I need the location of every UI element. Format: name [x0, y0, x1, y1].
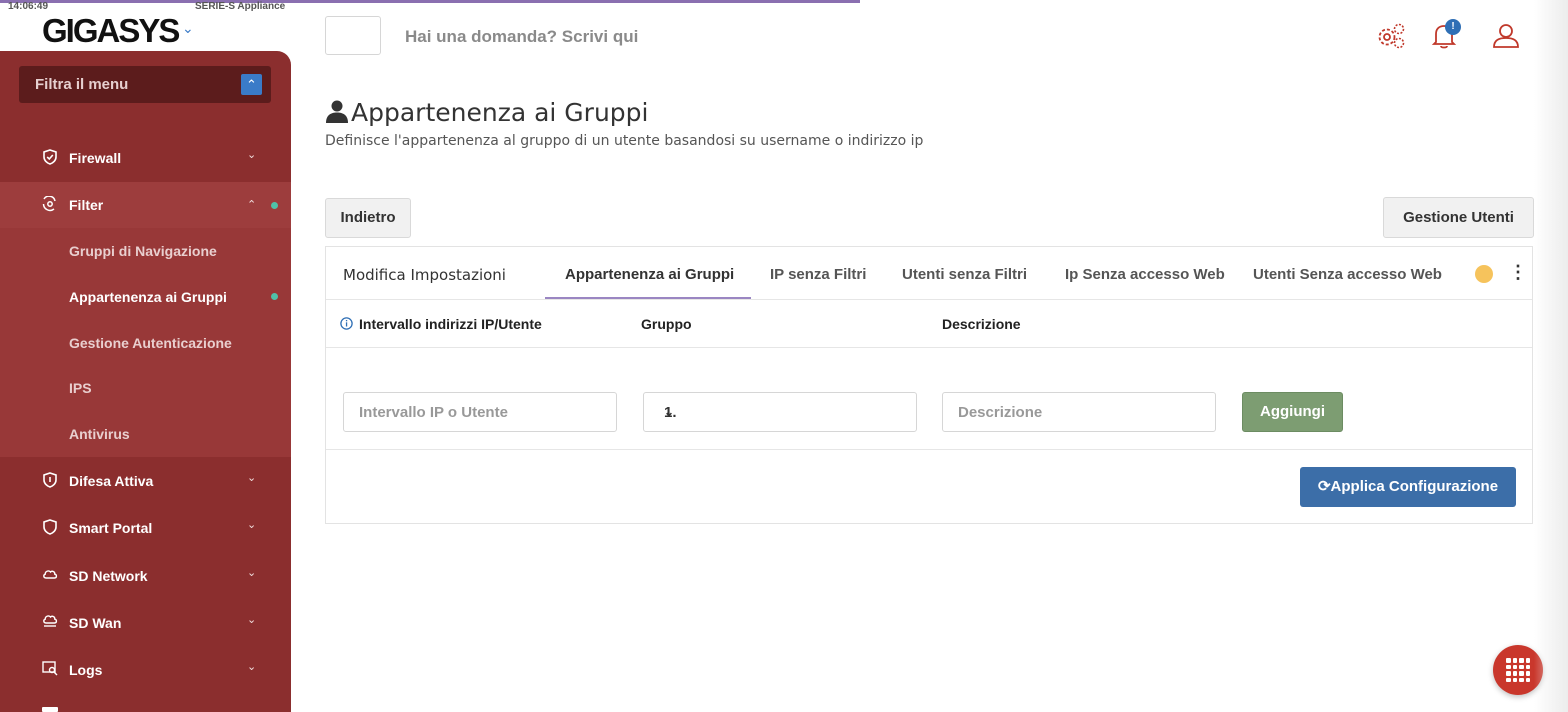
- status-dot: [1475, 265, 1493, 283]
- next-item-icon: [42, 707, 58, 712]
- sidebar-item-filter[interactable]: Filter ⌃: [0, 182, 291, 228]
- tab-utenti-senza-accesso-web[interactable]: Utenti Senza accesso Web: [1253, 266, 1442, 283]
- sidebar-item-sd-wan[interactable]: SD Wan ⌄: [0, 600, 291, 646]
- menu-filter-input[interactable]: Filtra il menu ⌃: [19, 66, 271, 103]
- sidebar-item-firewall[interactable]: Firewall ⌄: [0, 135, 291, 181]
- page-title-text: Appartenenza ai Gruppi: [351, 98, 649, 127]
- back-button[interactable]: Indietro: [325, 198, 411, 238]
- filter-submenu: Gruppi di Navigazione Appartenenza ai Gr…: [0, 228, 291, 457]
- grid-icon: [1506, 658, 1530, 682]
- sidebar-subitem-ips[interactable]: IPS: [69, 380, 92, 396]
- menu-filter-placeholder: Filtra il menu: [35, 76, 129, 93]
- column-header-description: Descrizione: [942, 316, 1021, 332]
- tab-ip-senza-accesso-web[interactable]: Ip Senza accesso Web: [1065, 266, 1225, 283]
- sidebar-subitem-antivirus[interactable]: Antivirus: [69, 426, 130, 442]
- info-icon[interactable]: [340, 317, 353, 330]
- chevron-down-icon: ⌄: [664, 405, 675, 419]
- main-panel: Modifica Impostazioni Appartenenza ai Gr…: [325, 246, 1533, 524]
- sidebar-item-label: Difesa Attiva: [69, 473, 154, 489]
- chevron-down-icon: ⌄: [247, 472, 257, 484]
- chevron-down-icon: ⌄: [247, 149, 257, 161]
- refresh-icon: ⟳: [1317, 478, 1331, 495]
- more-options-icon[interactable]: ⋮: [1509, 262, 1527, 283]
- question-search-input[interactable]: Hai una domanda? Scrivi qui: [405, 27, 638, 47]
- sidebar-subitem-gruppi-navigazione[interactable]: Gruppi di Navigazione: [69, 243, 217, 259]
- chevron-down-icon: ⌄: [247, 614, 257, 626]
- column-header-ip: Intervallo indirizzi IP/Utente: [359, 316, 542, 332]
- description-placeholder: Descrizione: [958, 404, 1043, 421]
- manage-users-button[interactable]: Gestione Utenti: [1383, 197, 1534, 238]
- sidebar-item-label: Filter: [69, 197, 104, 213]
- ip-user-input[interactable]: Intervallo IP o Utente: [343, 392, 617, 432]
- chart-search-icon: [42, 661, 58, 677]
- chevron-down-icon[interactable]: ⌄: [182, 20, 194, 37]
- clock: 14:06:49: [8, 1, 49, 12]
- user-icon: [325, 99, 349, 129]
- sidebar-item-label: SD Wan: [69, 615, 122, 631]
- sidebar-subitem-gestione-autenticazione[interactable]: Gestione Autenticazione: [69, 335, 232, 351]
- tab-ip-senza-filtri[interactable]: IP senza Filtri: [770, 266, 866, 283]
- add-button[interactable]: Aggiungi: [1242, 392, 1343, 432]
- notification-badge: !: [1445, 19, 1461, 35]
- header-menu-button[interactable]: [325, 16, 381, 55]
- tab-appartenenza-gruppi[interactable]: Appartenenza ai Gruppi: [565, 266, 734, 283]
- chevron-down-icon: ⌄: [247, 567, 257, 579]
- sidebar-item-smart-portal[interactable]: Smart Portal ⌄: [0, 505, 291, 551]
- chevron-up-icon: ⌃: [247, 199, 257, 211]
- cloud-network-icon: [42, 614, 58, 630]
- right-edge-shadow: [1534, 0, 1568, 712]
- sidebar-item-label: SD Network: [69, 568, 148, 584]
- sidebar-item-label: Logs: [69, 662, 103, 678]
- filter-icon: [42, 195, 58, 212]
- user-profile-icon[interactable]: [1491, 21, 1523, 51]
- collapse-menu-icon[interactable]: ⌃: [241, 74, 262, 95]
- tab-utenti-senza-filtri[interactable]: Utenti senza Filtri: [902, 266, 1027, 283]
- page-subtitle: Definisce l'appartenenza al gruppo di un…: [325, 133, 924, 149]
- sidebar-item-logs[interactable]: Logs ⌄: [0, 647, 291, 693]
- active-tab-indicator: [545, 297, 751, 299]
- top-progress-bar: [0, 0, 860, 3]
- description-input[interactable]: Descrizione: [942, 392, 1216, 432]
- series-label: SERIE-S Appliance: [195, 1, 286, 12]
- active-indicator-dot: [271, 293, 278, 300]
- sidebar-item-difesa-attiva[interactable]: Difesa Attiva ⌄: [0, 458, 291, 504]
- shield-check-icon: [42, 149, 58, 165]
- page-title: Appartenenza ai Gruppi: [325, 98, 648, 129]
- row-divider: [326, 449, 1532, 450]
- settings-gears-icon[interactable]: [1375, 21, 1407, 51]
- sidebar-subitem-appartenenza[interactable]: Appartenenza ai Gruppi: [69, 289, 227, 305]
- column-header-group: Gruppo: [641, 316, 692, 332]
- cloud-icon: [42, 567, 58, 583]
- sidebar-item-label: Smart Portal: [69, 520, 153, 536]
- tab-modifica-impostazioni[interactable]: Modifica Impostazioni: [343, 266, 506, 284]
- logo[interactable]: GIGASYS: [42, 12, 180, 50]
- apply-label: Applica Configurazione: [1330, 478, 1499, 495]
- active-indicator-dot: [271, 202, 278, 209]
- tab-bar: Modifica Impostazioni Appartenenza ai Gr…: [326, 247, 1532, 300]
- group-select[interactable]: 1. ⌄: [643, 392, 917, 432]
- ip-user-placeholder: Intervallo IP o Utente: [359, 404, 508, 421]
- sidebar-item-label: Firewall: [69, 150, 122, 166]
- shield-icon: [42, 519, 58, 535]
- chevron-down-icon: ⌄: [247, 519, 257, 531]
- apply-configuration-button[interactable]: ⟳Applica Configurazione: [1300, 467, 1516, 507]
- chevron-down-icon: ⌄: [247, 661, 257, 673]
- header-divider: [326, 347, 1532, 348]
- sidebar: Filtra il menu ⌃ Firewall ⌄ Filter ⌃ Gru…: [0, 51, 291, 712]
- sidebar-item-sd-network[interactable]: SD Network ⌄: [0, 553, 291, 599]
- shield-icon: [42, 472, 58, 488]
